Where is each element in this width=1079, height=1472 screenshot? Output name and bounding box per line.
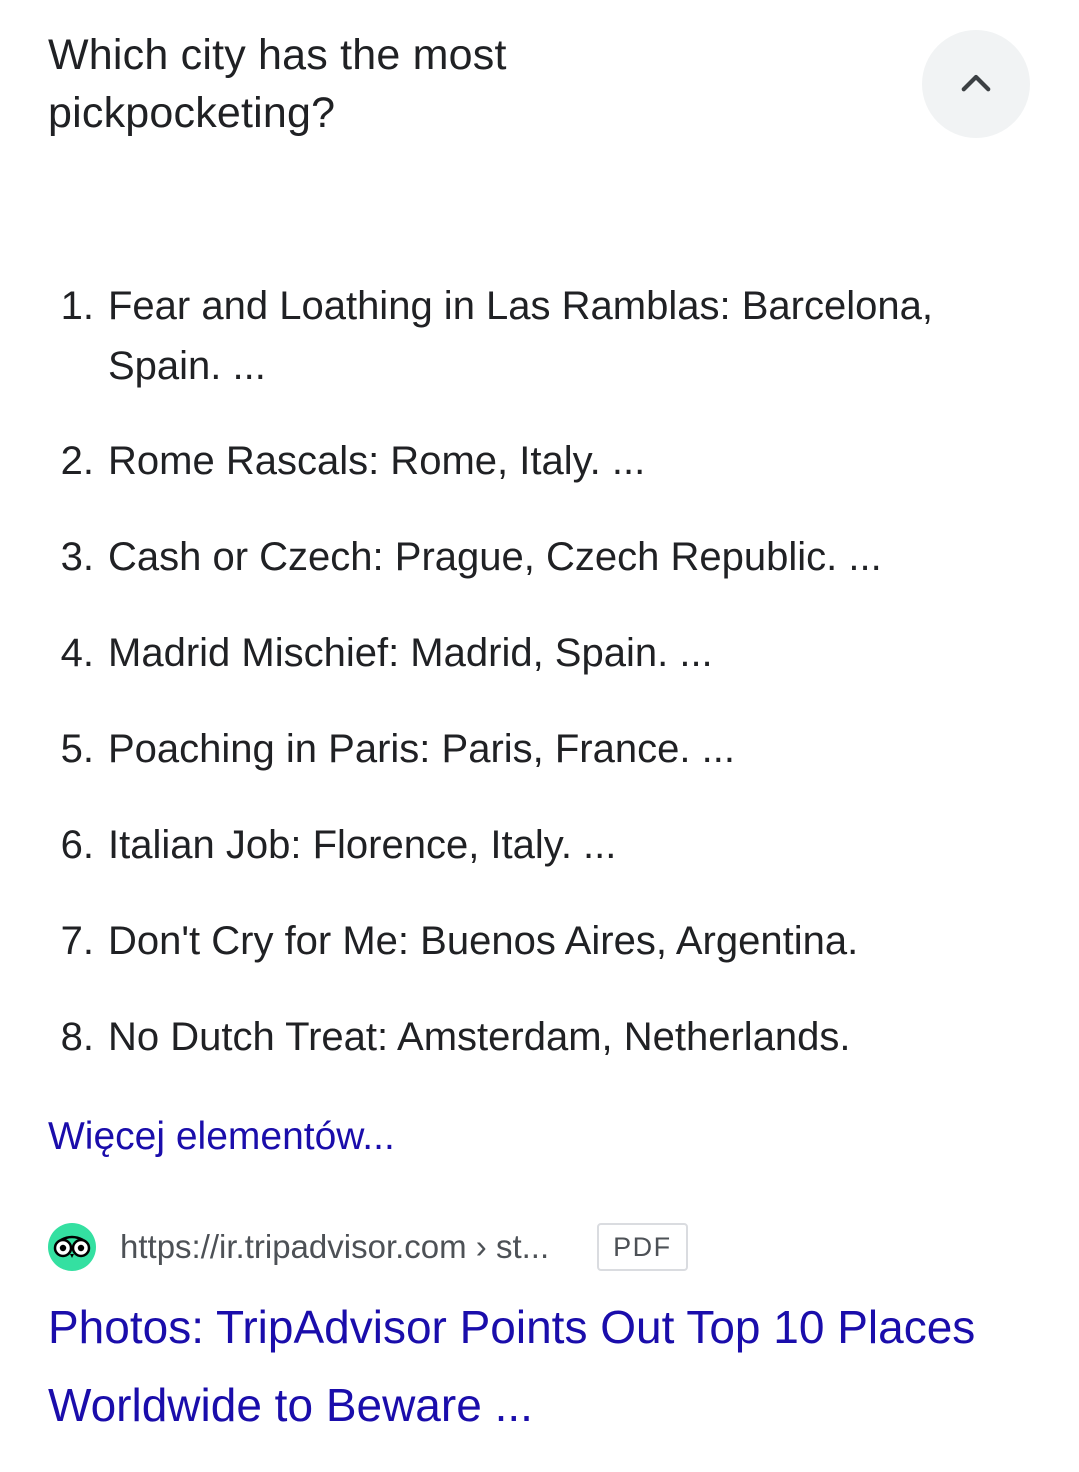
list-item: 5. Poaching in Paris: Paris, France. ... bbox=[0, 719, 1079, 779]
question-title-line1: Which city has the most bbox=[48, 31, 507, 79]
list-item-text: Italian Job: Florence, Italy. ... bbox=[108, 823, 617, 867]
source-row[interactable]: https://ir.tripadvisor.com › st... PDF bbox=[48, 1220, 688, 1274]
answer-list: 1. Fear and Loathing in Las Ramblas: Bar… bbox=[0, 276, 1079, 1067]
list-item-number: 6. bbox=[60, 823, 94, 867]
list-item: 2. Rome Rascals: Rome, Italy. ... bbox=[0, 431, 1079, 491]
list-item-text: Madrid Mischief: Madrid, Spain. ... bbox=[108, 631, 713, 675]
list-item-number: 5. bbox=[60, 727, 94, 771]
source-url[interactable]: https://ir.tripadvisor.com › st... bbox=[120, 1228, 549, 1266]
list-item-number: 3. bbox=[60, 535, 94, 579]
list-item: 7. Don't Cry for Me: Buenos Aires, Argen… bbox=[0, 911, 1079, 971]
pdf-badge: PDF bbox=[597, 1223, 688, 1271]
tripadvisor-owl-icon bbox=[48, 1223, 96, 1271]
list-item: 4. Madrid Mischief: Madrid, Spain. ... bbox=[0, 623, 1079, 683]
question-header[interactable]: Which city has the most pickpocketing? bbox=[48, 26, 908, 142]
list-item: 1. Fear and Loathing in Las Ramblas: Bar… bbox=[0, 276, 1079, 396]
question-title: Which city has the most pickpocketing? bbox=[48, 26, 908, 142]
more-items-link[interactable]: Więcej elementów... bbox=[48, 1110, 395, 1164]
list-item: 3. Cash or Czech: Prague, Czech Republic… bbox=[0, 527, 1079, 587]
list-item-text: Don't Cry for Me: Buenos Aires, Argentin… bbox=[108, 919, 859, 963]
list-item: 8. No Dutch Treat: Amsterdam, Netherland… bbox=[0, 1007, 1079, 1067]
list-item-number: 7. bbox=[60, 919, 94, 963]
list-item-number: 4. bbox=[60, 631, 94, 675]
list-item-number: 8. bbox=[60, 1015, 94, 1059]
chevron-up-icon bbox=[961, 74, 991, 92]
collapse-button[interactable] bbox=[922, 30, 1030, 138]
list-item-number: 1. bbox=[60, 284, 94, 328]
list-item-text: Fear and Loathing in Las Ramblas: Barcel… bbox=[108, 284, 933, 388]
list-item: 6. Italian Job: Florence, Italy. ... bbox=[0, 815, 1079, 875]
question-title-line2: pickpocketing? bbox=[48, 89, 336, 137]
list-item-text: No Dutch Treat: Amsterdam, Netherlands. bbox=[108, 1015, 851, 1059]
list-item-number: 2. bbox=[60, 439, 94, 483]
result-title-link[interactable]: Photos: TripAdvisor Points Out Top 10 Pl… bbox=[48, 1288, 1048, 1444]
list-item-text: Cash or Czech: Prague, Czech Republic. .… bbox=[108, 535, 882, 579]
list-item-text: Poaching in Paris: Paris, France. ... bbox=[108, 727, 735, 771]
list-item-text: Rome Rascals: Rome, Italy. ... bbox=[108, 439, 646, 483]
